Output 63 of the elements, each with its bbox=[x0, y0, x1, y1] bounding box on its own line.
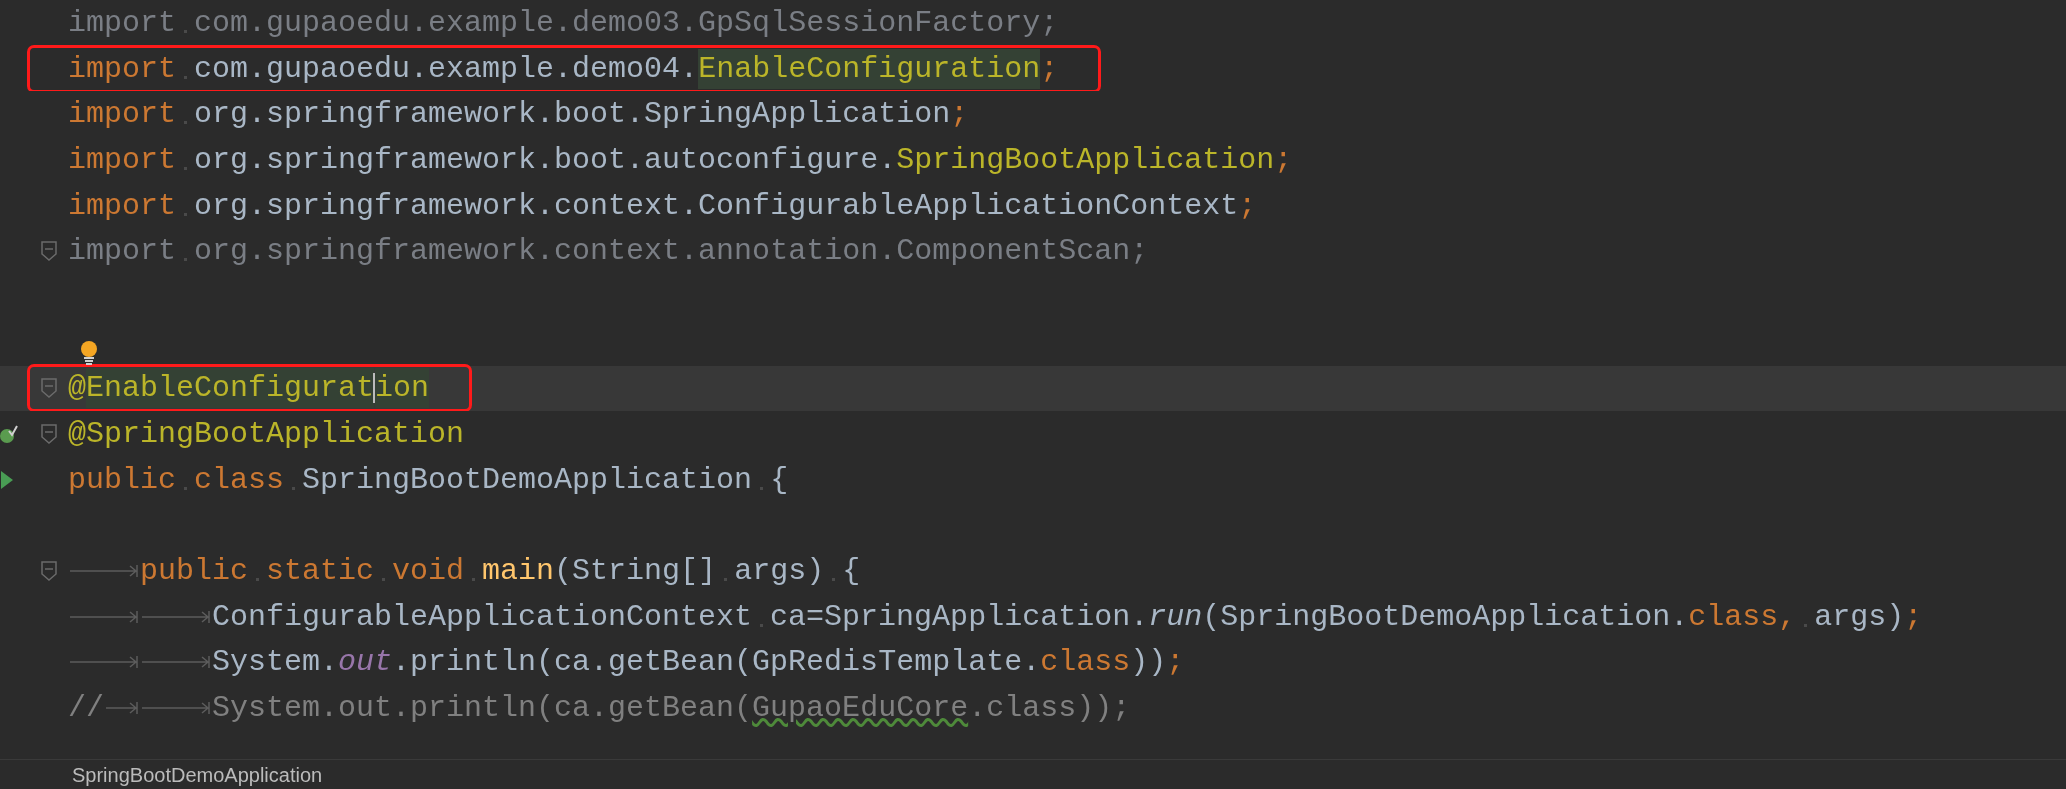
code-token: com.gupaoedu.example.demo04. bbox=[194, 50, 699, 88]
code-token: class bbox=[1040, 644, 1131, 682]
code-token: import bbox=[68, 4, 177, 42]
run-icon[interactable] bbox=[0, 469, 14, 490]
code-token: void bbox=[392, 553, 465, 591]
code-token: @SpringBootApplication bbox=[68, 416, 465, 454]
code-token: EnableConfigurat bbox=[86, 368, 375, 409]
code-token: ; bbox=[1274, 141, 1293, 179]
code-token: org.springframework.boot.SpringApplication bbox=[194, 96, 951, 134]
code-token: .class)); bbox=[968, 690, 1131, 728]
code-token: org.springframework.context.annotation.ComponentScan; bbox=[194, 233, 1149, 271]
code-token: static bbox=[266, 553, 375, 591]
code-token: com.gupaoedu.example.demo03.GpSqlSessionFactory; bbox=[194, 4, 1059, 42]
code-token: EnableConfiguration bbox=[698, 48, 1041, 89]
code-token: ; bbox=[1166, 644, 1185, 682]
fold-icon[interactable] bbox=[41, 378, 57, 399]
code-token: import bbox=[68, 141, 177, 179]
code-token: import bbox=[68, 187, 177, 225]
code-token: ; bbox=[950, 96, 969, 134]
code-token: System. bbox=[212, 644, 339, 682]
bean-check-icon[interactable] bbox=[0, 423, 18, 446]
code-token: out bbox=[338, 644, 393, 682]
code-token: ; bbox=[1904, 598, 1923, 636]
code-token: args) bbox=[1814, 598, 1905, 636]
code-token: public bbox=[68, 461, 177, 499]
code-token: ; bbox=[1040, 50, 1059, 88]
code-token: public bbox=[140, 553, 249, 591]
code-token: ; bbox=[1238, 187, 1257, 225]
fold-icon[interactable] bbox=[41, 424, 57, 445]
code-token: org.springframework.context.ConfigurableApplicationContext bbox=[194, 187, 1239, 225]
code-token: class bbox=[194, 461, 285, 499]
code-token: @ bbox=[68, 370, 86, 408]
code-token: import bbox=[68, 50, 177, 88]
code-token: ion bbox=[375, 368, 430, 409]
fold-icon[interactable] bbox=[41, 241, 57, 262]
tab-arrow-icon bbox=[140, 654, 212, 671]
code-token: GupaoEduCore bbox=[752, 690, 969, 728]
tab-arrow-icon bbox=[68, 654, 140, 671]
code-token: main bbox=[482, 553, 555, 591]
code-token: { bbox=[842, 553, 861, 591]
tab-arrow-icon bbox=[68, 608, 140, 625]
tab-arrow-icon bbox=[68, 563, 140, 580]
lightbulb-icon[interactable] bbox=[80, 340, 98, 365]
code-token: args) bbox=[734, 553, 825, 591]
code-token: System.out.println(ca.getBean( bbox=[212, 690, 753, 728]
code-token: )) bbox=[1130, 644, 1167, 682]
code-token: class, bbox=[1688, 598, 1797, 636]
code-token: (SpringBootDemoApplication. bbox=[1202, 598, 1689, 636]
breadcrumb-item[interactable]: SpringBootDemoApplication bbox=[72, 759, 323, 789]
code-token: .println(ca.getBean(GpRedisTemplate. bbox=[392, 644, 1041, 682]
tab-arrow-icon bbox=[140, 608, 212, 625]
code-token: import bbox=[68, 233, 177, 271]
code-token: SpringBootApplication bbox=[896, 141, 1275, 179]
code-token: ca=SpringApplication. bbox=[770, 598, 1149, 636]
code-token: // bbox=[68, 690, 104, 728]
code-token: { bbox=[770, 461, 789, 499]
code-token: SpringBootDemoApplication bbox=[302, 461, 753, 499]
code-token: import bbox=[68, 96, 177, 134]
fold-icon[interactable] bbox=[41, 561, 57, 582]
code-token: org.springframework.boot.autoconfigure. bbox=[194, 141, 897, 179]
code-token: run bbox=[1148, 598, 1203, 636]
code-token: ConfigurableApplicationContext bbox=[212, 598, 753, 636]
code-token: (String[] bbox=[554, 553, 717, 591]
